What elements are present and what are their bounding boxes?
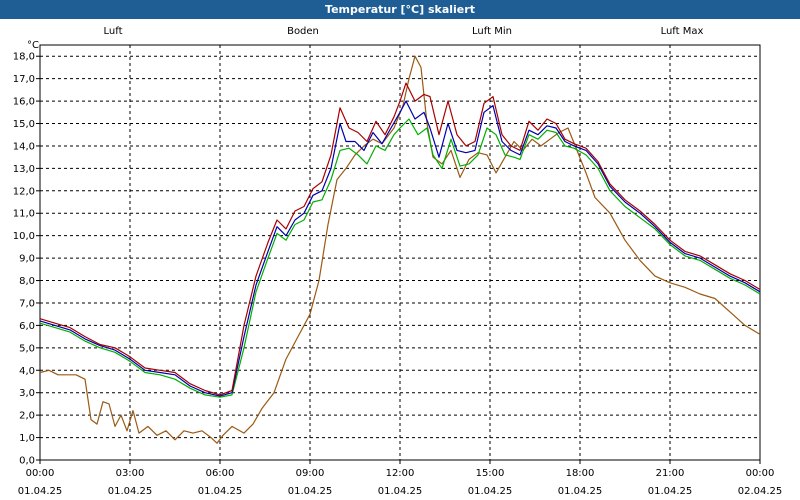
x-tick-date-label: 01.04.25 xyxy=(558,486,603,497)
y-tick-label: 8,0 xyxy=(19,276,35,287)
x-tick-time-label: 15:00 xyxy=(476,468,505,479)
x-tick-date-label: 01.04.25 xyxy=(18,486,63,497)
x-tick-time-label: 00:00 xyxy=(746,468,775,479)
y-tick-label: 11,0 xyxy=(13,209,35,220)
y-tick-label: 9,0 xyxy=(19,254,35,265)
x-tick-time-label: 09:00 xyxy=(296,468,325,479)
y-tick-label: 13,0 xyxy=(13,164,35,175)
window-title-bar: Temperatur [°C] skaliert xyxy=(0,0,800,19)
y-tick-label: 0,0 xyxy=(19,456,35,467)
y-tick-label: 18,0 xyxy=(13,52,35,63)
y-tick-label: 17,0 xyxy=(13,74,35,85)
y-tick-label: 1,0 xyxy=(19,433,35,444)
y-tick-label: 2,0 xyxy=(19,411,35,422)
x-tick-time-label: 18:00 xyxy=(566,468,595,479)
temperature-chart: Luft Boden Luft Min Luft Max °C 0,0 1,0 2,0 3,… xyxy=(13,26,783,497)
x-tick-time-label: 00:00 xyxy=(26,468,55,479)
y-tick-label: 14,0 xyxy=(13,141,35,152)
x-tick-date-label: 01.04.25 xyxy=(288,486,333,497)
x-tick-date-label: 01.04.25 xyxy=(108,486,153,497)
x-tick-time-label: 21:00 xyxy=(656,468,685,479)
x-axis-ticks: 00:00 01.04.25 03:00 01.04.25 06:00 01.04.25 0… xyxy=(18,460,783,497)
y-tick-label: 7,0 xyxy=(19,298,35,309)
legend-entry-luft: Luft xyxy=(104,26,123,37)
y-tick-label: 3,0 xyxy=(19,388,35,399)
x-tick-date-label: 01.04.25 xyxy=(648,486,693,497)
y-tick-label: 16,0 xyxy=(13,97,35,108)
x-tick-date-label: 01.04.25 xyxy=(198,486,243,497)
legend-entry-boden: Boden xyxy=(287,26,319,37)
x-tick-date-label: 01.04.25 xyxy=(468,486,513,497)
window-title: Temperatur [°C] skaliert xyxy=(325,3,475,16)
y-tick-label: 12,0 xyxy=(13,186,35,197)
y-axis-unit-label: °C xyxy=(27,40,39,51)
y-axis-ticks: 0,0 1,0 2,0 3,0 4,0 5,0 6,0 7,0 8,0 9,0 10,0 11,0 12… xyxy=(13,52,40,467)
chart-legend: Luft Boden Luft Min Luft Max xyxy=(104,26,704,37)
x-tick-date-label: 01.04.25 xyxy=(378,486,423,497)
y-tick-label: 4,0 xyxy=(19,366,35,377)
y-tick-label: 6,0 xyxy=(19,321,35,332)
y-tick-label: 5,0 xyxy=(19,343,35,354)
y-tick-label: 15,0 xyxy=(13,119,35,130)
x-tick-time-label: 06:00 xyxy=(206,468,235,479)
y-tick-label: 10,0 xyxy=(13,231,35,242)
x-tick-time-label: 03:00 xyxy=(116,468,145,479)
legend-entry-luft-max: Luft Max xyxy=(661,26,704,37)
x-tick-time-label: 12:00 xyxy=(386,468,415,479)
x-tick-date-label: 02.04.25 xyxy=(738,486,783,497)
legend-entry-luft-min: Luft Min xyxy=(472,26,512,37)
